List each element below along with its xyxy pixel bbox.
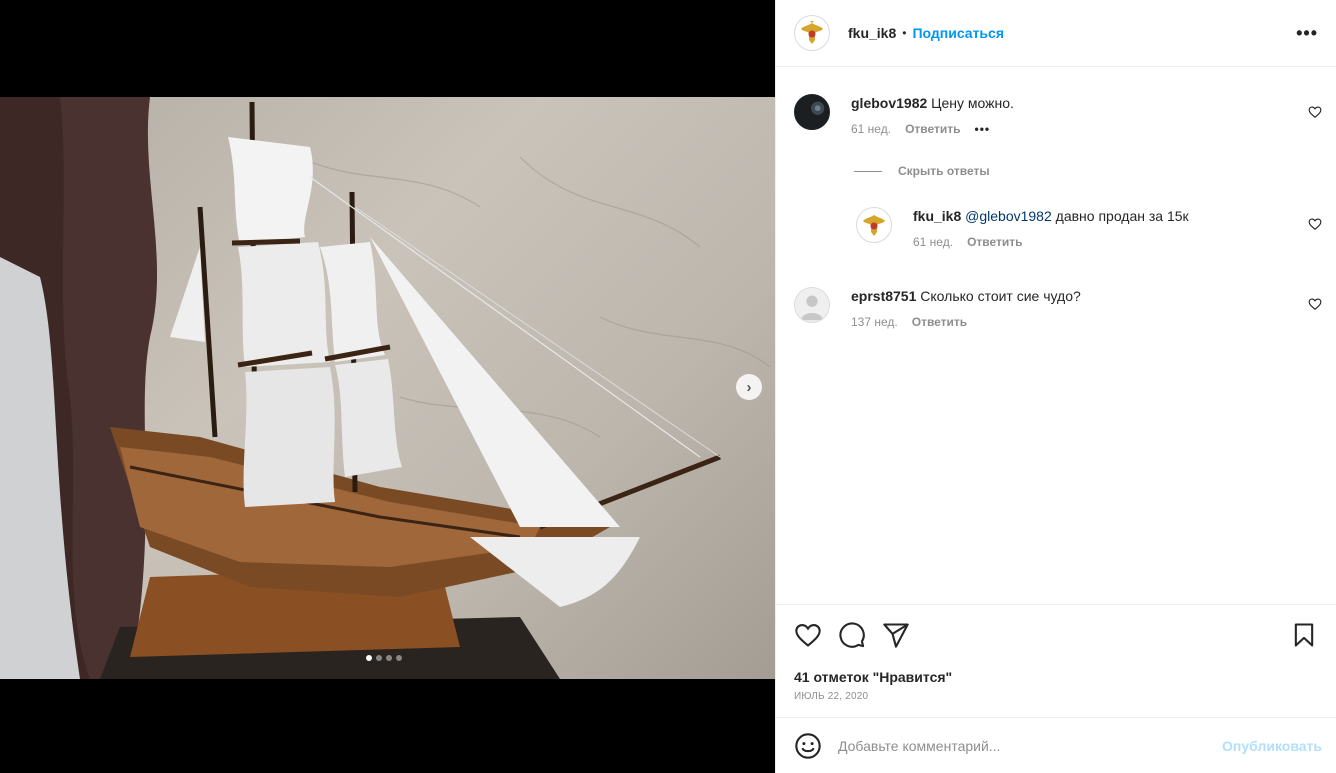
publish-button[interactable]: Опубликовать xyxy=(1222,738,1322,754)
comment-username[interactable]: eprst8751 xyxy=(851,288,916,304)
carousel-dot xyxy=(376,655,382,661)
carousel-indicator xyxy=(366,655,402,661)
like-comment-icon[interactable] xyxy=(1308,297,1322,311)
comment-options-icon[interactable]: ••• xyxy=(975,122,991,136)
emoji-icon[interactable] xyxy=(794,732,822,760)
reply-button[interactable]: Ответить xyxy=(967,235,1022,249)
reply-meta: 61 нед. Ответить xyxy=(913,235,1189,249)
comment-item: glebov1982 Цену можно. 61 нед. Ответить … xyxy=(794,94,1014,136)
user-avatar-photo xyxy=(795,95,829,129)
carousel-dot xyxy=(366,655,372,661)
reply-text: fku_ik8 @glebov1982 давно продан за 15к xyxy=(913,207,1189,225)
reply-time: 61 нед. xyxy=(913,235,954,249)
post-photo xyxy=(0,97,775,679)
likes-count[interactable]: 41 отметок "Нравится" xyxy=(794,669,1318,685)
like-comment-icon[interactable] xyxy=(1308,217,1322,231)
comment-content: Сколько стоит сие чудо? xyxy=(920,288,1081,304)
comment-meta: 61 нед. Ответить ••• xyxy=(851,122,1014,136)
reply-button[interactable]: Ответить xyxy=(905,122,960,136)
hide-replies-toggle[interactable]: Скрыть ответы xyxy=(854,164,990,178)
comment-body: glebov1982 Цену можно. 61 нед. Ответить … xyxy=(851,94,1014,136)
header-separator: • xyxy=(902,26,907,40)
hide-replies-label: Скрыть ответы xyxy=(898,164,990,178)
reply-button[interactable]: Ответить xyxy=(912,315,967,329)
default-avatar-icon[interactable] xyxy=(794,287,830,323)
comment-content: Цену можно. xyxy=(931,95,1014,111)
comment-username[interactable]: glebov1982 xyxy=(851,95,927,111)
post-actions: 41 отметок "Нравится" ИЮЛЬ 22, 2020 xyxy=(776,604,1336,717)
reply-item: fku_ik8 @glebov1982 давно продан за 15к … xyxy=(856,207,1189,249)
reply-username[interactable]: fku_ik8 xyxy=(913,208,961,224)
post-panel: fku_ik8 • Подписаться ••• glebov1982 Цен… xyxy=(775,0,1336,773)
comment-text: glebov1982 Цену можно. xyxy=(851,94,1014,112)
media-viewer: › xyxy=(0,0,775,773)
carousel-dot xyxy=(396,655,402,661)
reply-content: давно продан за 15к xyxy=(1051,208,1189,224)
comment-icon[interactable] xyxy=(838,621,866,649)
comments-list: glebov1982 Цену можно. 61 нед. Ответить … xyxy=(776,68,1336,604)
next-slide-button[interactable]: › xyxy=(736,374,762,400)
author-username[interactable]: fku_ik8 xyxy=(848,25,896,41)
post-header: fku_ik8 • Подписаться ••• xyxy=(776,0,1336,67)
comment-input[interactable] xyxy=(838,737,1223,754)
follow-button[interactable]: Подписаться xyxy=(912,25,1004,41)
comment-text: eprst8751 Сколько стоит сие чудо? xyxy=(851,287,1081,305)
replies-divider xyxy=(854,170,882,172)
comment-time: 61 нед. xyxy=(851,122,892,136)
save-bookmark-icon[interactable] xyxy=(1290,621,1318,649)
add-comment-bar: Опубликовать xyxy=(776,717,1336,773)
user-avatar[interactable] xyxy=(794,94,830,130)
reply-mention[interactable]: @glebov1982 xyxy=(965,208,1052,224)
author-avatar[interactable] xyxy=(794,15,830,51)
carousel-dot xyxy=(386,655,392,661)
comment-body: eprst8751 Сколько стоит сие чудо? 137 не… xyxy=(851,287,1081,329)
post-date: ИЮЛЬ 22, 2020 xyxy=(794,691,869,702)
person-silhouette-icon xyxy=(795,288,829,322)
comment-item: eprst8751 Сколько стоит сие чудо? 137 не… xyxy=(794,287,1081,329)
action-icons xyxy=(794,605,1318,665)
emblem-icon xyxy=(801,21,823,44)
share-icon[interactable] xyxy=(882,621,910,649)
more-options-icon[interactable]: ••• xyxy=(1296,23,1318,44)
chevron-right-icon: › xyxy=(746,378,752,396)
reply-body: fku_ik8 @glebov1982 давно продан за 15к … xyxy=(913,207,1189,249)
comment-meta: 137 нед. Ответить xyxy=(851,315,1081,329)
ship-model-image xyxy=(0,97,771,679)
like-comment-icon[interactable] xyxy=(1308,105,1322,119)
comment-time: 137 нед. xyxy=(851,315,898,329)
reply-avatar[interactable] xyxy=(856,207,892,243)
like-icon[interactable] xyxy=(794,621,822,649)
emblem-icon xyxy=(863,215,885,236)
